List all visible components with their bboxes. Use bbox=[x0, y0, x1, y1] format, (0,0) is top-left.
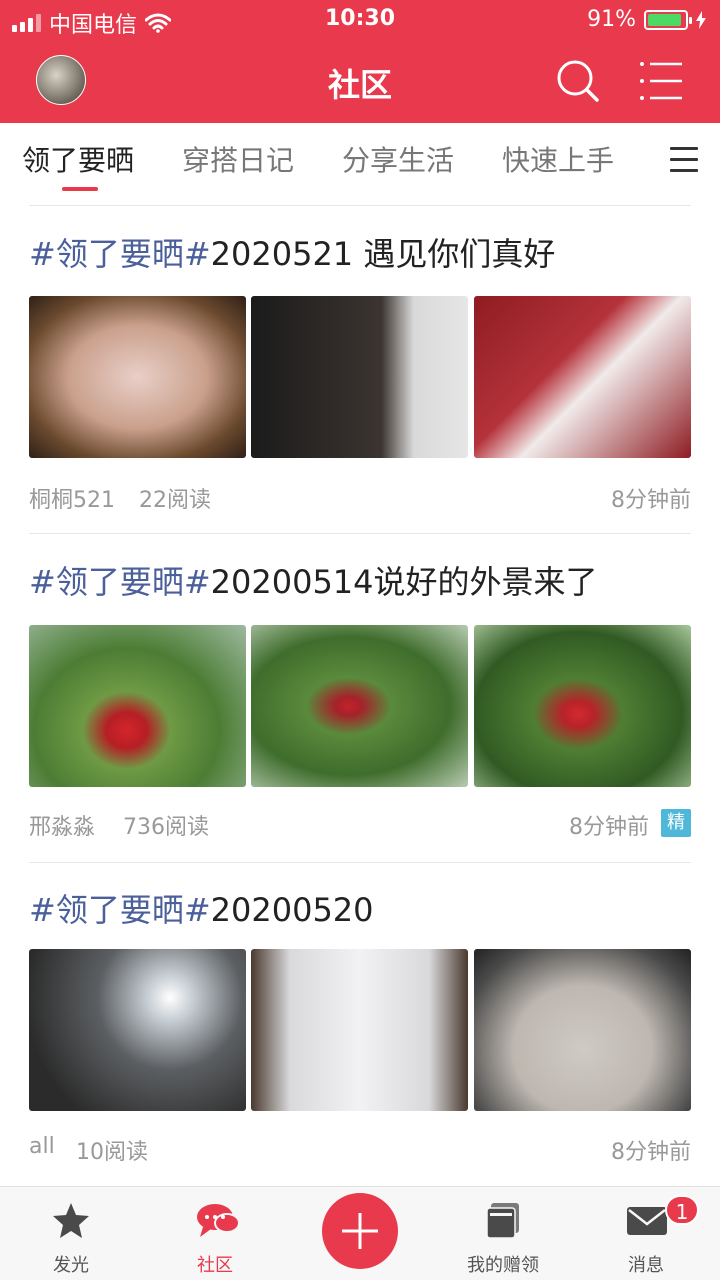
nav-item-fa-guang[interactable]: 发光 bbox=[11, 1187, 131, 1280]
envelope-icon bbox=[627, 1207, 667, 1235]
post-images bbox=[29, 296, 691, 458]
plus-icon bbox=[342, 1213, 378, 1249]
post-card[interactable]: #领了要晒#20200514说好的外景来了 邢淼淼 736阅读 8分钟前 精 bbox=[29, 560, 691, 845]
header: 社区 bbox=[0, 40, 720, 123]
active-tab-indicator bbox=[62, 187, 98, 191]
post-image[interactable] bbox=[29, 625, 246, 787]
post-author[interactable]: 邢淼淼 bbox=[29, 809, 95, 841]
featured-badge: 精 bbox=[661, 809, 691, 837]
create-post-button[interactable] bbox=[322, 1193, 398, 1269]
post-image[interactable] bbox=[251, 296, 468, 458]
nav-item-she-qu[interactable]: 社区 bbox=[155, 1187, 275, 1280]
tab-fen-xiang-sheng-huo[interactable]: 分享生活 bbox=[342, 139, 454, 179]
charging-icon bbox=[696, 10, 706, 29]
post-image[interactable] bbox=[474, 625, 691, 787]
tabs-menu-icon[interactable] bbox=[670, 147, 698, 173]
post-card[interactable]: #领了要晒#20200520 all 10阅读 8分钟前 bbox=[29, 888, 691, 1168]
post-meta: 邢淼淼 736阅读 8分钟前 精 bbox=[29, 809, 691, 841]
nav-item-wo-de-zeng-ling[interactable]: 我的赠领 bbox=[443, 1187, 563, 1280]
battery-icon bbox=[644, 9, 692, 30]
post-image[interactable] bbox=[29, 296, 246, 458]
notification-badge: 1 bbox=[665, 1195, 699, 1225]
post-image[interactable] bbox=[474, 949, 691, 1111]
post-reads: 10阅读 bbox=[76, 1140, 148, 1165]
tab-kuai-su-shang-shou[interactable]: 快速上手 bbox=[502, 139, 614, 179]
post-image[interactable] bbox=[251, 949, 468, 1111]
category-tabs: 领了要晒 穿搭日记 分享生活 快速上手 bbox=[0, 123, 720, 206]
post-author[interactable]: all bbox=[29, 1134, 55, 1159]
star-icon bbox=[53, 1203, 89, 1238]
post-tag[interactable]: #领了要晒# bbox=[29, 235, 211, 273]
post-tag[interactable]: #领了要晒# bbox=[29, 563, 211, 601]
divider bbox=[29, 862, 691, 863]
nav-label: 消息 bbox=[628, 1255, 664, 1276]
post-time: 8分钟前 bbox=[569, 815, 649, 840]
status-bar: 中国电信 10:30 91% bbox=[0, 0, 720, 40]
tab-ling-le-yao-shai[interactable]: 领了要晒 bbox=[22, 139, 134, 179]
post-title[interactable]: #领了要晒#2020521 遇见你们真好 bbox=[29, 232, 691, 276]
chat-bubble-icon bbox=[197, 1204, 240, 1237]
post-title-text: 20200514说好的外景来了 bbox=[210, 563, 598, 601]
post-title-text: 2020521 遇见你们真好 bbox=[210, 235, 556, 273]
post-reads: 22阅读 bbox=[139, 488, 211, 513]
post-images bbox=[29, 949, 691, 1111]
post-time: 8分钟前 bbox=[611, 488, 691, 513]
post-tag[interactable]: #领了要晒# bbox=[29, 891, 211, 929]
post-meta: 桐桐521 22阅读 8分钟前 bbox=[29, 482, 691, 514]
divider bbox=[29, 533, 691, 534]
nav-label: 我的赠领 bbox=[467, 1255, 539, 1276]
post-title-text: 20200520 bbox=[210, 891, 374, 929]
nav-label: 社区 bbox=[197, 1255, 233, 1276]
post-reads: 736阅读 bbox=[123, 815, 209, 840]
divider bbox=[29, 205, 691, 206]
page-title: 社区 bbox=[327, 66, 392, 104]
post-time: 8分钟前 bbox=[611, 1140, 691, 1165]
post-image[interactable] bbox=[474, 296, 691, 458]
post-author[interactable]: 桐桐521 bbox=[29, 482, 115, 514]
post-title[interactable]: #领了要晒#20200514说好的外景来了 bbox=[29, 560, 691, 604]
stack-icon bbox=[486, 1203, 519, 1239]
post-image[interactable] bbox=[29, 949, 246, 1111]
top-bar: 中国电信 10:30 91% 社区 bbox=[0, 0, 720, 123]
post-title[interactable]: #领了要晒#20200520 bbox=[29, 888, 691, 932]
nav-label: 发光 bbox=[53, 1255, 89, 1276]
post-images bbox=[29, 625, 691, 787]
tab-chuan-da-ri-ji[interactable]: 穿搭日记 bbox=[182, 139, 294, 179]
menu-icon[interactable] bbox=[638, 58, 684, 104]
post-image[interactable] bbox=[251, 625, 468, 787]
search-icon[interactable] bbox=[555, 58, 601, 104]
post-meta: all 10阅读 8分钟前 bbox=[29, 1134, 691, 1165]
battery-percent: 91% bbox=[587, 7, 636, 32]
post-card[interactable]: #领了要晒#2020521 遇见你们真好 桐桐521 22阅读 8分钟前 bbox=[29, 232, 691, 517]
